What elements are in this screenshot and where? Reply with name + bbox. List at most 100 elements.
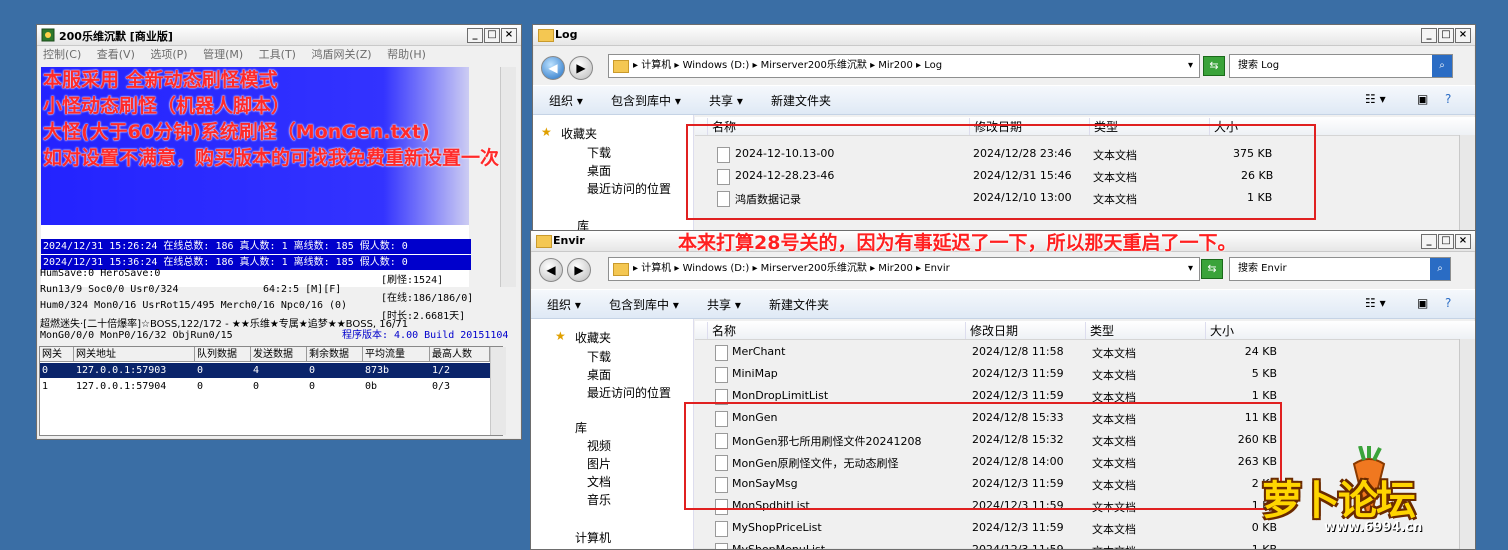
list-item[interactable]: MiniMap 2024/12/3 11:59 文本文档 5 KB xyxy=(695,363,1295,385)
cell: 0 xyxy=(253,381,260,392)
menu-manage[interactable]: 管理(M) xyxy=(203,48,243,61)
view-icon[interactable]: ☷ ▾ xyxy=(1365,92,1386,106)
address-bar[interactable]: ▸ 计算机 ▸ Windows (D:) ▸ Mirserver200乐维沉默 … xyxy=(608,257,1200,281)
minimize-icon[interactable]: _ xyxy=(467,28,483,43)
col-date[interactable]: 修改日期 xyxy=(965,322,1018,339)
col-size[interactable]: 大小 xyxy=(1205,322,1234,339)
nav-documents[interactable]: 文档 xyxy=(587,473,611,490)
view-icon[interactable]: ☷ ▾ xyxy=(1365,296,1386,310)
back-button[interactable]: ◀ xyxy=(539,258,563,282)
list-item[interactable]: MyShopPriceList 2024/12/3 11:59 文本文档 0 KB xyxy=(695,517,1295,539)
file-name: MerChant xyxy=(732,345,786,358)
highlight-box xyxy=(686,124,1316,220)
refresh-icon[interactable]: ⇆ xyxy=(1203,56,1225,76)
minimize-icon[interactable]: _ xyxy=(1421,28,1437,43)
nav-recent[interactable]: 最近访问的位置 xyxy=(587,384,671,401)
col-sent[interactable]: 发送数据 xyxy=(251,347,307,362)
forward-button[interactable]: ▶ xyxy=(567,258,591,282)
forward-button[interactable]: ▶ xyxy=(569,56,593,80)
share-button[interactable]: 共享 ▾ xyxy=(707,296,741,313)
log-scrollbar[interactable] xyxy=(500,67,516,287)
search-icon[interactable]: ⌕ xyxy=(1430,258,1450,280)
nav-music[interactable]: 音乐 xyxy=(587,491,611,508)
file-name: MiniMap xyxy=(732,367,778,380)
back-button[interactable]: ◀ xyxy=(541,56,565,80)
menu-help[interactable]: 帮助(H) xyxy=(387,48,426,61)
log-toolbar: 组织 ▾ 包含到库中 ▾ 共享 ▾ 新建文件夹 ☷ ▾ ▣ ? xyxy=(533,85,1475,115)
help-icon[interactable]: ? xyxy=(1445,92,1451,106)
new-folder-button[interactable]: 新建文件夹 xyxy=(771,92,831,109)
col-gateway[interactable]: 网关 xyxy=(40,347,74,362)
maximize-icon[interactable]: □ xyxy=(1438,234,1454,249)
include-library-button[interactable]: 包含到库中 ▾ xyxy=(611,92,681,109)
status-hum-save: HumSave:0 HeroSave:0 xyxy=(40,268,161,279)
address-bar[interactable]: ▸ 计算机 ▸ Windows (D:) ▸ Mirserver200乐维沉默 … xyxy=(608,54,1200,78)
file-name: MonDropLimitList xyxy=(732,389,829,402)
menu-tools[interactable]: 工具(T) xyxy=(259,48,296,61)
gateway-table: 网关 网关地址 队列数据 发送数据 剩余数据 平均流量 最高人数 0 127.0… xyxy=(39,346,506,436)
maximize-icon[interactable]: □ xyxy=(484,28,500,43)
col-type[interactable]: 类型 xyxy=(1085,322,1114,339)
include-library-button[interactable]: 包含到库中 ▾ xyxy=(609,296,679,313)
log-titlebar[interactable]: Log _ □ × xyxy=(533,25,1475,46)
minimize-icon[interactable]: _ xyxy=(1421,234,1437,249)
col-queue[interactable]: 队列数据 xyxy=(195,347,251,362)
cell: 1/2 xyxy=(432,365,451,376)
organize-button[interactable]: 组织 ▾ xyxy=(549,92,583,109)
status-mon: MonG0/0/0 MonP0/16/32 ObjRun0/15 xyxy=(40,330,233,341)
search-icon[interactable]: ⌕ xyxy=(1432,55,1452,77)
nav-desktop[interactable]: 桌面 xyxy=(587,162,611,179)
col-max[interactable]: 最高人数 xyxy=(430,347,490,362)
chevron-down-icon[interactable]: ▾ xyxy=(1188,55,1193,77)
organize-button[interactable]: 组织 ▾ xyxy=(547,296,581,313)
nav-videos[interactable]: 视频 xyxy=(587,437,611,454)
help-icon[interactable]: ? xyxy=(1445,296,1451,310)
col-address[interactable]: 网关地址 xyxy=(74,347,195,362)
nav-desktop[interactable]: 桌面 xyxy=(587,366,611,383)
menu-options[interactable]: 选项(P) xyxy=(150,48,187,61)
nav-pictures[interactable]: 图片 xyxy=(587,455,611,472)
chevron-down-icon[interactable]: ▾ xyxy=(1188,258,1193,280)
nav-library[interactable]: 库 xyxy=(575,419,587,436)
text-file-icon xyxy=(715,367,728,383)
list-item[interactable]: MyShopMenuList 2024/12/3 11:59 文本文档 1 KB xyxy=(695,539,1295,549)
status-run: Run13/9 Soc0/0 Usr0/324 xyxy=(40,284,179,295)
close-icon[interactable]: × xyxy=(501,28,517,43)
search-input[interactable]: 搜索 Log ⌕ xyxy=(1229,54,1453,78)
share-button[interactable]: 共享 ▾ xyxy=(709,92,743,109)
text-file-icon xyxy=(715,521,728,537)
nav-downloads[interactable]: 下载 xyxy=(587,144,611,161)
table-row[interactable]: 1 127.0.0.1:57904 0 0 0 0b 0/3 xyxy=(40,379,490,394)
col-name[interactable]: 名称 xyxy=(707,322,736,339)
menu-view[interactable]: 查看(V) xyxy=(97,48,135,61)
nav-computer[interactable]: 计算机 xyxy=(575,529,611,546)
nav-favorites[interactable]: 收藏夹 xyxy=(561,125,597,142)
list-item[interactable]: MerChant 2024/12/8 11:58 文本文档 24 KB xyxy=(695,341,1295,363)
close-icon[interactable]: × xyxy=(1455,28,1471,43)
file-size: 1 KB xyxy=(1251,389,1277,402)
status-hum: Hum0/324 Mon0/16 UsrRot15/495 Merch0/16 … xyxy=(40,300,348,311)
table-row[interactable]: 0 127.0.0.1:57903 0 4 0 873b 1/2 xyxy=(40,363,490,378)
table-scrollbar[interactable] xyxy=(490,347,506,435)
menu-control[interactable]: 控制(C) xyxy=(43,48,81,61)
close-icon[interactable]: × xyxy=(1455,234,1471,249)
status-online: [在线:186/186/0] xyxy=(381,293,474,304)
server-titlebar[interactable]: 200乐维沉默 [商业版] _ □ × xyxy=(37,25,521,46)
refresh-icon[interactable]: ⇆ xyxy=(1201,259,1223,279)
nav-favorites[interactable]: 收藏夹 xyxy=(575,329,611,346)
menu-gateway[interactable]: 鸿盾网关(Z) xyxy=(311,48,371,61)
nav-recent[interactable]: 最近访问的位置 xyxy=(587,180,671,197)
preview-pane-icon[interactable]: ▣ xyxy=(1417,92,1428,106)
col-avg[interactable]: 平均流量 xyxy=(363,347,430,362)
envir-title: Envir xyxy=(553,234,585,247)
new-folder-button[interactable]: 新建文件夹 xyxy=(769,296,829,313)
preview-pane-icon[interactable]: ▣ xyxy=(1417,296,1428,310)
watermark-brand: 萝卜论坛 xyxy=(1262,478,1416,524)
maximize-icon[interactable]: □ xyxy=(1438,28,1454,43)
search-input[interactable]: 搜索 Envir ⌕ xyxy=(1229,257,1451,281)
envir-toolbar: 组织 ▾ 包含到库中 ▾ 共享 ▾ 新建文件夹 ☷ ▾ ▣ ? xyxy=(531,289,1475,319)
col-remain[interactable]: 剩余数据 xyxy=(307,347,363,362)
log-list-scrollbar[interactable] xyxy=(1459,135,1475,239)
nav-downloads[interactable]: 下载 xyxy=(587,348,611,365)
annotation-text: 本来打算28号关的，因为有事延迟了一下，所以那天重启了一下。 xyxy=(678,232,1237,254)
